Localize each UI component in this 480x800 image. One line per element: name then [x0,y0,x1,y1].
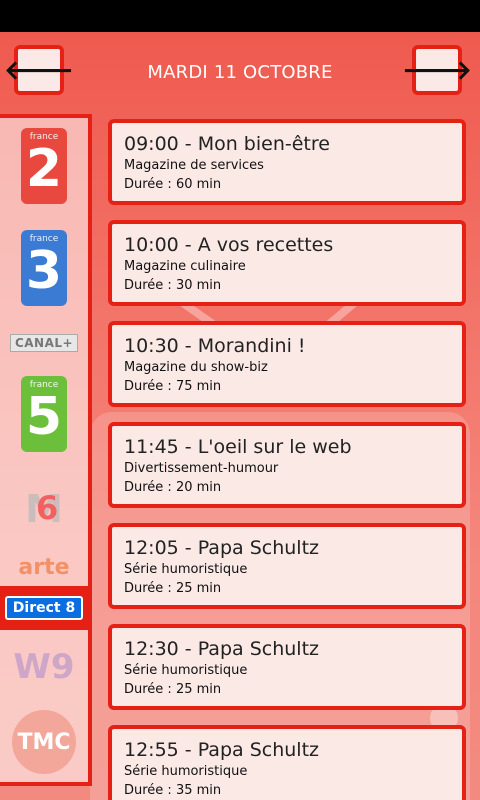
channel-france3[interactable]: france 3 [0,226,88,310]
france2-logo: france 2 [21,128,67,204]
channel-m6[interactable]: M 6 [0,478,88,540]
channel-direct8[interactable]: Direct 8 [0,586,88,630]
france3-logo: france 3 [21,230,67,306]
program-genre: Série humoristique [124,764,248,779]
channel-list: france 2 france 3 CANAL+ france 5 M 6 ar… [0,114,92,786]
program-duration: Durée : 35 min [124,783,222,798]
tv-guide-screen: 🡐 MARDI 11 OCTOBRE 🡒 france 2 france 3 C… [0,32,480,800]
program-heading: 09:00 - Mon bien-être [124,133,330,155]
program-heading: 12:30 - Papa Schultz [124,638,319,660]
program-genre: Magazine du show-biz [124,360,268,375]
direct8-logo: Direct 8 [4,596,84,620]
program-genre: Divertissement-humour [124,461,279,476]
program-card[interactable]: 10:00 - A vos recettes Magazine culinair… [108,220,466,306]
program-heading: 12:55 - Papa Schultz [124,739,319,761]
program-card[interactable]: 12:05 - Papa Schultz Série humoristique … [108,523,466,609]
date-title: MARDI 11 OCTOBRE [147,62,333,83]
program-duration: Durée : 25 min [124,682,222,697]
arte-logo: arte [18,554,70,580]
next-day-button[interactable]: 🡒 [402,45,472,95]
france5-logo: france 5 [21,376,67,452]
program-card[interactable]: 11:45 - L'oeil sur le web Divertissement… [108,422,466,508]
canalplus-logo: CANAL+ [9,334,79,352]
previous-day-button[interactable]: 🡐 [4,45,74,95]
program-heading: 11:45 - L'oeil sur le web [124,436,352,458]
program-duration: Durée : 20 min [124,480,222,495]
program-heading: 10:00 - A vos recettes [124,234,334,256]
status-bar [0,0,480,32]
program-duration: Durée : 75 min [124,379,222,394]
program-duration: Durée : 60 min [124,177,222,192]
program-heading: 12:05 - Papa Schultz [124,537,319,559]
program-card[interactable]: 12:55 - Papa Schultz Série humoristique … [108,725,466,800]
tmc-logo: TMC [12,710,76,774]
program-heading: 10:30 - Morandini ! [124,335,306,357]
arrow-left-icon: 🡐 [4,55,74,86]
program-genre: Magazine de services [124,158,264,173]
program-genre: Série humoristique [124,562,248,577]
program-genre: Magazine culinaire [124,259,246,274]
program-card[interactable]: 10:30 - Morandini ! Magazine du show-biz… [108,321,466,407]
channel-w9[interactable]: W9 [0,642,88,692]
program-duration: Durée : 30 min [124,278,222,293]
channel-canalplus[interactable]: CANAL+ [0,332,88,354]
arrow-right-icon: 🡒 [402,55,472,86]
program-duration: Durée : 25 min [124,581,222,596]
channel-france2[interactable]: france 2 [0,124,88,208]
m6-logo: M 6 [25,487,63,531]
channel-france5[interactable]: france 5 [0,372,88,456]
program-card[interactable]: 12:30 - Papa Schultz Série humoristique … [108,624,466,710]
channel-tmc[interactable]: TMC [0,706,88,778]
w9-logo: W9 [13,647,75,687]
channel-arte[interactable]: arte [0,552,88,582]
program-genre: Série humoristique [124,663,248,678]
program-card[interactable]: 09:00 - Mon bien-être Magazine de servic… [108,119,466,205]
